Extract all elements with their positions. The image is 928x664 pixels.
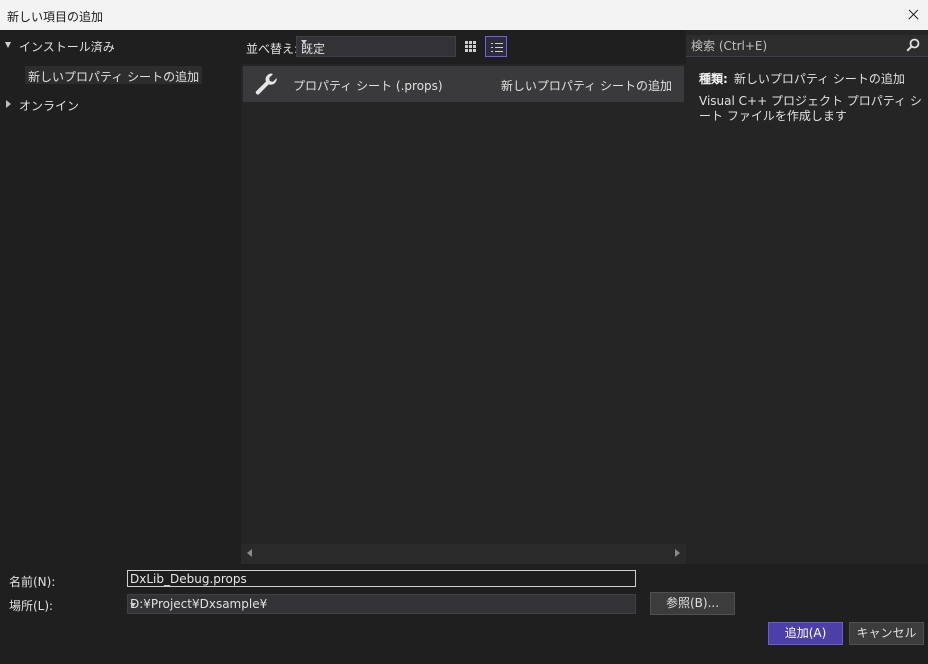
cancel-button[interactable]: キャンセル bbox=[849, 622, 924, 645]
sort-dropdown[interactable]: 既定 bbox=[296, 36, 456, 57]
chevron-down-icon bbox=[301, 40, 307, 44]
name-field[interactable] bbox=[127, 570, 636, 587]
name-label: 名前(N): bbox=[9, 575, 56, 589]
tree-item-installed[interactable]: インストール済み bbox=[0, 35, 241, 55]
category-tree: インストール済み 新しいプロパティ シートの追加 オンライン bbox=[0, 30, 241, 564]
list-view-button[interactable] bbox=[485, 36, 507, 57]
tree-item-label: 新しいプロパティ シートの追加 bbox=[28, 70, 200, 84]
tree-item-online[interactable]: オンライン bbox=[0, 94, 241, 114]
item-type: 新しいプロパティ シートの追加 bbox=[500, 79, 672, 93]
sort-toolbar: 並べ替え: 既定 bbox=[241, 30, 686, 64]
wrench-icon bbox=[255, 73, 277, 95]
horizontal-scrollbar[interactable] bbox=[241, 544, 686, 564]
title-bar: 新しい項目の追加 bbox=[0, 0, 928, 30]
template-pane: 並べ替え: 既定 プロパティ シート (.props) 新しいプロパティ シート… bbox=[241, 30, 686, 564]
search-input[interactable] bbox=[686, 35, 896, 56]
form-area: 名前(N): 場所(L): D:¥Project¥Dxsample¥ 参照(B)… bbox=[0, 564, 928, 664]
search-icon[interactable] bbox=[906, 38, 920, 52]
close-icon[interactable] bbox=[898, 0, 928, 30]
location-value: D:¥Project¥Dxsample¥ bbox=[130, 597, 268, 611]
grid-view-button[interactable] bbox=[460, 36, 482, 57]
item-description: Visual C++ プロジェクト プロパティ シート ファイルを作成します bbox=[699, 94, 922, 123]
tree-item-label: インストール済み bbox=[19, 40, 115, 54]
scroll-right-icon[interactable] bbox=[675, 549, 680, 557]
list-icon bbox=[491, 42, 503, 53]
add-button[interactable]: 追加(A) bbox=[768, 622, 843, 645]
type-value: 新しいプロパティ シートの追加 bbox=[733, 72, 905, 86]
details-pane: 種類: 新しいプロパティ シートの追加 Visual C++ プロジェクト プロパ… bbox=[686, 30, 928, 564]
window-title: 新しい項目の追加 bbox=[7, 10, 104, 24]
item-type-info: 種類: 新しいプロパティ シートの追加 bbox=[699, 70, 905, 87]
location-label: 場所(L): bbox=[9, 599, 54, 613]
expanded-arrow-icon[interactable] bbox=[4, 40, 14, 50]
browse-button[interactable]: 参照(B)... bbox=[650, 592, 735, 615]
search-box[interactable] bbox=[686, 35, 928, 57]
template-list: プロパティ シート (.props) 新しいプロパティ シートの追加 bbox=[241, 64, 686, 544]
grid-icon bbox=[465, 41, 476, 52]
tree-item-add-property-sheet[interactable]: 新しいプロパティ シートの追加 bbox=[25, 66, 203, 84]
type-label: 種類: bbox=[699, 72, 728, 86]
location-dropdown[interactable]: D:¥Project¥Dxsample¥ bbox=[127, 594, 636, 614]
chevron-down-icon bbox=[130, 603, 136, 607]
list-item[interactable]: プロパティ シート (.props) 新しいプロパティ シートの追加 bbox=[243, 66, 684, 102]
item-name: プロパティ シート (.props) bbox=[293, 79, 443, 93]
scroll-left-icon[interactable] bbox=[247, 549, 252, 557]
collapsed-arrow-icon[interactable] bbox=[4, 99, 14, 109]
tree-item-label: オンライン bbox=[19, 99, 80, 113]
sort-label: 並べ替え: bbox=[246, 42, 299, 56]
